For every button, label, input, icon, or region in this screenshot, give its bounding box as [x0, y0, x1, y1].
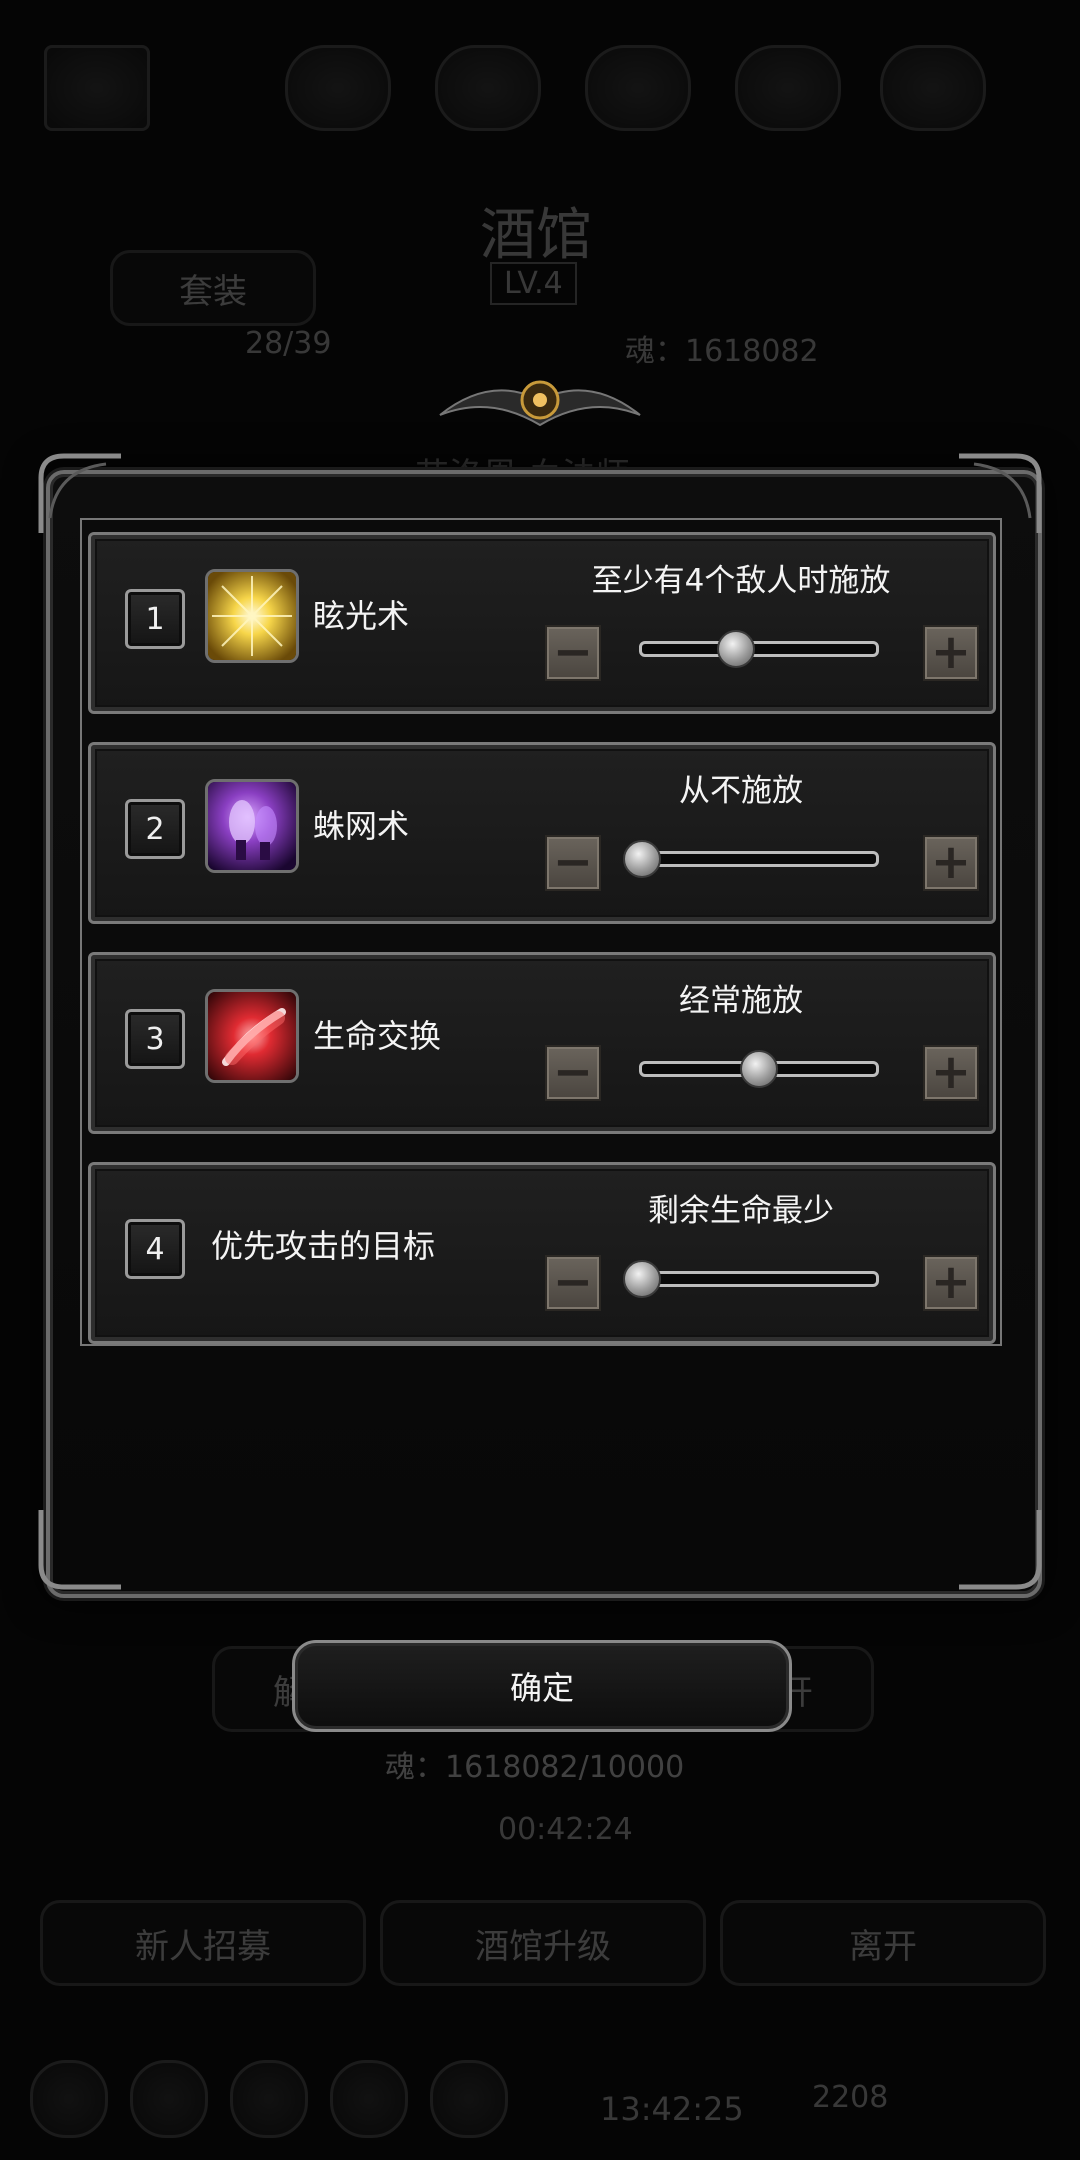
skill-name: 蛛网术 [313, 807, 410, 845]
target-option-label: 剩余生命最少 [648, 1193, 834, 1229]
confirm-button[interactable]: 确定 [292, 1640, 792, 1732]
cast-option-slider[interactable] [623, 840, 879, 878]
increase-button[interactable]: + [923, 835, 979, 891]
clock: 13:42:25 [600, 2090, 744, 2128]
cast-option-label: 经常施放 [679, 983, 803, 1019]
glare-spell-icon [205, 569, 299, 663]
skill-name: 眩光术 [313, 597, 410, 635]
skill-row-2: 2 蛛网术 从不施放 − + [88, 742, 996, 924]
equipment-slot-icon [435, 45, 541, 131]
row-index: 4 [125, 1219, 185, 1279]
slider-knob[interactable] [716, 630, 755, 668]
tavern-title: 酒馆 [480, 203, 592, 268]
decrease-button[interactable]: − [545, 835, 601, 891]
skill-row-1: 1 眩光术 至少有4个敌人时施放 − + [88, 532, 996, 714]
dialog-crest-icon [439, 380, 641, 427]
soul-header: 魂：1618082 [625, 334, 819, 369]
upgrade-button: 酒馆升级 [380, 1900, 706, 1986]
cast-option-label: 从不施放 [679, 773, 803, 809]
slider-knob[interactable] [740, 1050, 778, 1088]
decrease-button[interactable]: − [545, 625, 601, 681]
hero-count: 28/39 [245, 326, 332, 361]
timer: 00:42:24 [498, 1812, 633, 1847]
cast-option-slider[interactable] [639, 1050, 879, 1088]
menu-icon [330, 2060, 408, 2138]
slider-knob[interactable] [623, 1260, 661, 1298]
gem-count: 2208 [812, 2080, 889, 2115]
row-index: 2 [125, 799, 185, 859]
ornament-corner-icon [38, 1510, 121, 1590]
leave-button: 离开 [720, 1900, 1046, 1986]
target-priority-row: 4 优先攻击的目标 剩余生命最少 − + [88, 1162, 996, 1344]
ornament-corner-icon [959, 1510, 1042, 1590]
equipment-slot-icon [735, 45, 841, 131]
life-swap-icon [205, 989, 299, 1083]
equipment-slot-icon [585, 45, 691, 131]
menu-icon [430, 2060, 508, 2138]
cast-option-slider[interactable] [639, 630, 879, 668]
inventory-slot-icon [44, 45, 150, 131]
cast-option-label: 至少有4个敌人时施放 [591, 563, 891, 599]
level-badge: LV.4 [490, 262, 577, 305]
equipment-slot-icon [880, 45, 986, 131]
increase-button[interactable]: + [923, 1045, 979, 1101]
row-index: 1 [125, 589, 185, 649]
skill-name: 生命交换 [313, 1017, 442, 1055]
skill-row-3: 3 生命交换 经常施放 − + [88, 952, 996, 1134]
slider-knob[interactable] [623, 840, 661, 878]
increase-button[interactable]: + [923, 1255, 979, 1311]
menu-icon [30, 2060, 108, 2138]
soul-footer: 魂：1618082/10000 [385, 1750, 685, 1785]
target-priority-label: 优先攻击的目标 [211, 1227, 436, 1265]
recruit-button: 新人招募 [40, 1900, 366, 1986]
increase-button[interactable]: + [923, 625, 979, 681]
menu-icon [230, 2060, 308, 2138]
suit-button: 套装 [110, 250, 316, 326]
decrease-button[interactable]: − [545, 1255, 601, 1311]
menu-icon [130, 2060, 208, 2138]
row-index: 3 [125, 1009, 185, 1069]
web-spell-icon [205, 779, 299, 873]
equipment-slot-icon [285, 45, 391, 131]
decrease-button[interactable]: − [545, 1045, 601, 1101]
target-option-slider[interactable] [623, 1260, 879, 1298]
